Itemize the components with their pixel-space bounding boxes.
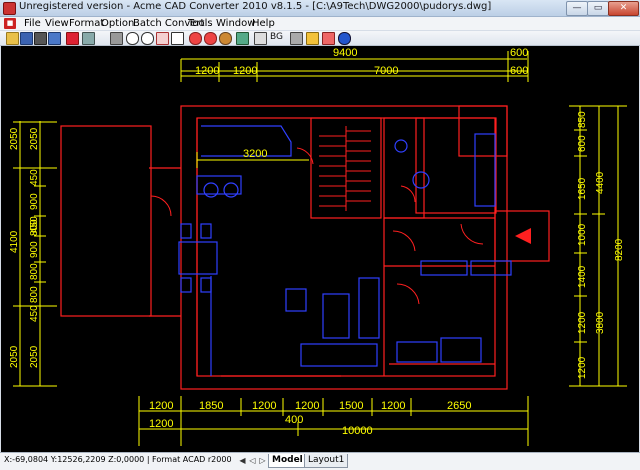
save-as-icon[interactable] <box>48 32 61 45</box>
dim-left-8: 900 <box>29 241 40 258</box>
cut-icon[interactable] <box>66 32 79 45</box>
dim-right-9: 3800 <box>595 311 606 334</box>
menu-view[interactable]: View <box>45 17 69 30</box>
dim-bottom2-1: 1200 <box>149 418 173 430</box>
document-icon[interactable]: ■ <box>4 18 16 29</box>
preview-icon[interactable] <box>236 32 249 45</box>
tab-model[interactable]: Model <box>268 454 307 468</box>
app-window: Unregistered version - Acme CAD Converte… <box>0 0 640 470</box>
drawing-canvas[interactable]: 9400 600 1200 1200 7000 600 2050 2050 45… <box>1 46 639 452</box>
dim-right-2: 600 <box>577 135 588 152</box>
coordinates-readout: X:-69,0804 Y:12526,2209 Z:0,0000 | Forma… <box>4 455 232 464</box>
dim-top-1: 1200 <box>195 65 219 77</box>
menu-option[interactable]: Option <box>101 17 134 30</box>
menu-tools[interactable]: Tools <box>188 17 213 30</box>
bottom-dim-labels: 1200 1850 1200 1200 1500 1200 2650 1200 … <box>149 400 471 437</box>
first-tab-icon[interactable]: ◀ <box>238 456 247 465</box>
dim-right-6: 8200 <box>614 238 625 261</box>
bg-icon[interactable]: BG <box>270 31 283 44</box>
minimize-button[interactable]: — <box>566 1 588 16</box>
dim-right-3: 1650 <box>577 177 588 200</box>
warning-icon[interactable] <box>306 32 319 45</box>
dim-left-12: 2050 <box>9 345 20 368</box>
menu-window[interactable]: Window <box>216 17 255 30</box>
dim-top-2: 1200 <box>233 65 257 77</box>
dim-top-3: 7000 <box>374 65 398 77</box>
room-label: 3200 <box>243 148 267 160</box>
menu-format[interactable]: Format <box>69 17 104 30</box>
staircase <box>319 126 371 211</box>
dim-bottom-4: 1200 <box>295 400 319 412</box>
dim-bottom-5: 1500 <box>339 400 363 412</box>
print-icon[interactable] <box>110 32 123 45</box>
dim-top-right: 600 <box>510 47 528 59</box>
dim-left-2: 2050 <box>29 127 40 150</box>
zoom-in-icon[interactable] <box>126 32 139 45</box>
dim-right-1: 850 <box>577 111 588 128</box>
app-icon[interactable] <box>3 2 16 15</box>
dim-bottom-2: 1850 <box>199 400 223 412</box>
dim-right-10: 1200 <box>577 356 588 379</box>
print-setup-icon[interactable] <box>34 32 47 45</box>
open-icon[interactable] <box>6 32 19 45</box>
zoom-out-icon[interactable] <box>141 32 154 45</box>
dim-left-3: 450 <box>29 169 40 186</box>
status-bar: X:-69,0804 Y:12526,2209 Z:0,0000 | Forma… <box>0 452 640 470</box>
layers-icon[interactable] <box>254 32 267 45</box>
dim-bottom2-2: 400 <box>285 414 303 426</box>
pan-icon[interactable] <box>219 32 232 45</box>
dim-right-7: 1400 <box>577 265 588 288</box>
image-icon[interactable] <box>290 32 303 45</box>
info-icon[interactable] <box>338 32 351 45</box>
floor-plan: 9400 600 1200 1200 7000 600 2050 2050 45… <box>9 47 627 446</box>
left-dim-labels: 2050 2050 450 900 450 4100 800 900 800 8… <box>9 127 40 368</box>
zoom-previous-icon[interactable] <box>204 32 217 45</box>
zoom-realtime-icon[interactable] <box>189 32 202 45</box>
dim-bottom-1: 1200 <box>149 400 173 412</box>
settings-icon[interactable] <box>322 32 335 45</box>
dim-left-13: 2050 <box>29 345 40 368</box>
tab-layout1[interactable]: Layout1 <box>304 454 349 468</box>
furniture <box>178 125 512 376</box>
dim-left-11: 450 <box>29 305 40 322</box>
dim-left-7: 800 <box>29 219 40 236</box>
title-bar: Unregistered version - Acme CAD Converte… <box>0 0 640 17</box>
zoom-extents-icon[interactable] <box>171 32 184 45</box>
zoom-window-icon[interactable] <box>156 32 169 45</box>
top-dim-labels: 9400 600 1200 1200 7000 600 <box>195 47 528 77</box>
dim-bottom2-3: 10000 <box>342 425 373 437</box>
dim-bottom-7: 2650 <box>447 400 471 412</box>
dim-bottom-3: 1200 <box>252 400 276 412</box>
dim-right-5: 1000 <box>577 223 588 246</box>
dim-right-4: 4400 <box>595 171 606 194</box>
dim-left-9: 800 <box>29 263 40 280</box>
menu-help[interactable]: Help <box>252 17 275 30</box>
dim-left-10: 800 <box>29 286 40 303</box>
maximize-button[interactable]: ▭ <box>587 1 609 16</box>
dim-right-8: 1200 <box>577 311 588 334</box>
window-title: Unregistered version - Acme CAD Converte… <box>19 1 492 12</box>
dim-bottom-6: 1200 <box>381 400 405 412</box>
toolbar: BG <box>0 31 640 46</box>
menu-bar: ■ File View Format Option Batch Convert … <box>0 17 640 30</box>
walls <box>60 105 550 390</box>
save-icon[interactable] <box>20 32 33 45</box>
dim-top-total: 9400 <box>333 47 357 59</box>
edit-icon[interactable] <box>82 32 95 45</box>
menu-file[interactable]: File <box>24 17 41 30</box>
dim-left-1: 2050 <box>9 127 20 150</box>
stair-arrow <box>515 228 531 244</box>
dim-left-6: 4100 <box>9 230 20 253</box>
next-tab-icon[interactable]: ▷ <box>258 456 267 465</box>
dim-top-right2: 600 <box>510 65 528 77</box>
close-button[interactable]: ✕ <box>608 1 639 16</box>
prev-tab-icon[interactable]: ◁ <box>248 456 257 465</box>
dim-left-4: 900 <box>29 193 40 210</box>
